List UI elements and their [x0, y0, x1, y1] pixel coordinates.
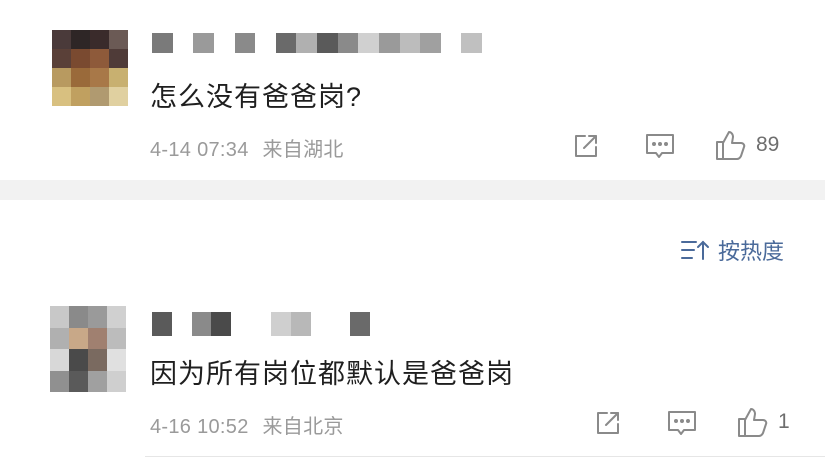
reply-button[interactable] [662, 405, 702, 441]
sort-icon [681, 240, 709, 260]
username[interactable] [152, 312, 370, 336]
comment-text: 怎么没有爸爸岗? [150, 82, 363, 112]
like-count: 1 [778, 410, 790, 433]
comment-meta: 4-16 10:52 来自北京 [150, 410, 344, 439]
location: 来自北京 [262, 416, 344, 438]
comment-meta: 4-14 07:34 来自湖北 [150, 133, 344, 162]
comment-text: 因为所有岗位都默认是爸爸岗 [150, 359, 514, 389]
like-button[interactable]: 1 [736, 402, 816, 442]
reply-icon [668, 411, 696, 435]
share-button[interactable] [568, 128, 604, 164]
bottom-divider [145, 456, 825, 457]
share-icon [597, 412, 619, 434]
thumbs-up-icon [716, 131, 746, 160]
timestamp: 4-16 10:52 [150, 416, 249, 438]
like-button[interactable]: 89 [714, 125, 804, 165]
sort-label: 按热度 [718, 239, 785, 264]
location: 来自湖北 [262, 139, 344, 161]
timestamp: 4-14 07:34 [150, 139, 249, 161]
avatar[interactable] [50, 306, 126, 392]
thumbs-up-icon [738, 408, 768, 437]
avatar[interactable] [52, 30, 128, 106]
like-count: 89 [756, 133, 780, 156]
reply-icon [646, 134, 674, 158]
sort-by-hot-button[interactable]: 按热度 [680, 234, 784, 266]
share-icon [575, 135, 597, 157]
share-button[interactable] [590, 405, 626, 441]
section-divider [0, 180, 825, 200]
username[interactable] [152, 33, 482, 53]
reply-button[interactable] [640, 128, 680, 164]
